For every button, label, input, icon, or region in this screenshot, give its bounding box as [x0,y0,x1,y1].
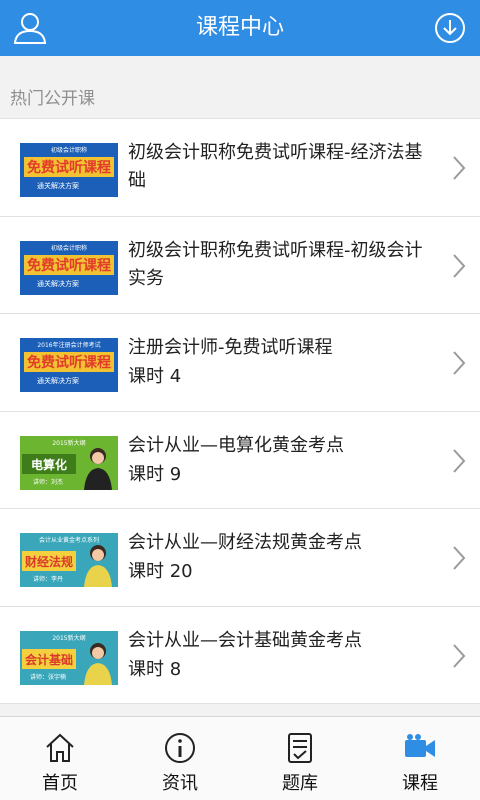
thumbnail-image: 初级会计职称免费试听课程通关解决方案 [20,143,118,197]
thumbnail-image: 2016年注册会计师考试免费试听课程通关解决方案 [20,338,118,392]
thumbnail-caption: 会计从业黄金考点系列 [39,536,99,544]
course-thumbnail: 初级会计职称免费试听课程通关解决方案 [20,143,118,197]
chevron-right-icon [453,643,466,668]
section-title: 热门公开课 [10,89,95,109]
thumbnail-image: 2015新大纲电算化讲师：刘杰 [20,435,118,490]
tab-news[interactable]: 资讯 [120,717,240,800]
tab-home[interactable]: 首页 [0,717,120,800]
thumbnail-image: 2015新大纲会计基础讲师：张宇楠 [20,630,118,685]
header-bar: 课程中心 [0,0,480,56]
thumbnail-caption: 2016年注册会计师考试 [37,341,100,349]
thumbnail-headline: 免费试听课程 [27,257,111,274]
tab-label: 题库 [282,773,318,794]
tab-label: 课程 [402,773,438,794]
course-title: 初级会计职称免费试听课程-初级会计实务 [128,239,423,289]
thumbnail-caption: 讲师：张宇楠 [30,673,66,681]
quiz-icon [288,733,312,763]
course-title: 注册会计师-免费试听课程 [128,337,333,358]
video-icon [405,734,435,757]
thumbnail-headline: 电算化 [31,457,67,472]
course-list: 初级会计职称 免费试听课程 通关解决方案 初级会计职称免费试听课程-经济法基础 初级… [0,118,480,704]
course-lessons: 课时 20 [128,561,193,582]
thumbnail-image: 初级会计职称免费试听课程通关解决方案 [20,240,118,295]
course-thumbnail: 初级会计职称免费试听课程通关解决方案 [20,240,118,295]
tab-label: 首页 [42,773,78,794]
thumbnail-caption: 讲师：李丹 [33,575,63,583]
course-lessons: 课时 8 [128,658,182,680]
chevron-right-icon [453,253,466,278]
list-item[interactable]: 会计从业黄金考点系列财经法规讲师：李丹 会计从业—财经法规黄金考点 课时 20 [0,509,480,607]
list-item[interactable]: 2015新大纲电算化讲师：刘杰 会计从业—电算化黄金考点 课时 9 [0,411,480,509]
tab-quiz[interactable]: 题库 [240,717,360,800]
chevron-right-icon [453,546,466,570]
thumbnail-headline: 财经法规 [24,554,73,569]
thumbnail-image: 会计从业黄金考点系列财经法规讲师：李丹 [20,533,118,587]
thumbnail-caption: 2015新大纲 [52,634,85,642]
course-thumbnail: 2016年注册会计师考试免费试听课程通关解决方案 [20,338,118,392]
chevron-right-icon [453,351,466,375]
course-title: 会计从业—会计基础黄金考点 [128,629,362,651]
list-item[interactable]: 2016年注册会计师考试免费试听课程通关解决方案 注册会计师-免费试听课程 课时… [0,314,480,412]
course-title: 会计从业—财经法规黄金考点 [128,532,362,553]
download-icon[interactable] [434,12,466,44]
course-thumbnail: 2015新大纲会计基础讲师：张宇楠 [20,630,118,685]
thumbnail-headline: 免费试听课程 [27,354,111,371]
list-item[interactable]: 2015新大纲会计基础讲师：张宇楠 会计从业—会计基础黄金考点 课时 8 [0,606,480,704]
thumbnail-caption: 通关解决方案 [37,181,79,190]
chevron-right-icon [453,156,466,180]
tab-courses[interactable]: 课程 [360,717,480,800]
course-title: 会计从业—电算化黄金考点 [128,434,344,456]
course-title: 初级会计职称免费试听课程-经济法基础 [128,142,423,191]
thumbnail-headline: 免费试听课程 [27,159,111,176]
thumbnail-headline: 会计基础 [25,652,73,667]
course-thumbnail: 会计从业黄金考点系列财经法规讲师：李丹 [20,533,118,587]
course-lessons: 课时 4 [128,366,182,387]
list-item[interactable]: 初级会计职称免费试听课程通关解决方案 初级会计职称免费试听课程-经济法基础 [0,119,480,217]
page-title: 课程中心 [195,15,284,40]
thumbnail-caption: 初级会计职称 [51,244,87,252]
thumbnail-caption: 通关解决方案 [37,279,79,288]
home-icon [46,733,74,762]
thumbnail-caption: 初级会计职称 [51,146,87,154]
bottom-tab-bar: 首页 资讯 题库 课程 [0,716,480,800]
info-icon [165,733,195,763]
thumbnail-caption: 通关解决方案 [37,376,79,385]
tab-label: 资讯 [162,773,198,794]
course-thumbnail: 2015新大纲电算化讲师：刘杰 [20,435,118,490]
list-item[interactable]: 初级会计职称免费试听课程通关解决方案 初级会计职称免费试听课程-初级会计实务 [0,216,480,314]
thumbnail-caption: 2015新大纲 [52,439,85,447]
chevron-right-icon [453,448,466,473]
course-lessons: 课时 9 [128,463,182,485]
thumbnail-caption: 讲师：刘杰 [33,478,63,486]
